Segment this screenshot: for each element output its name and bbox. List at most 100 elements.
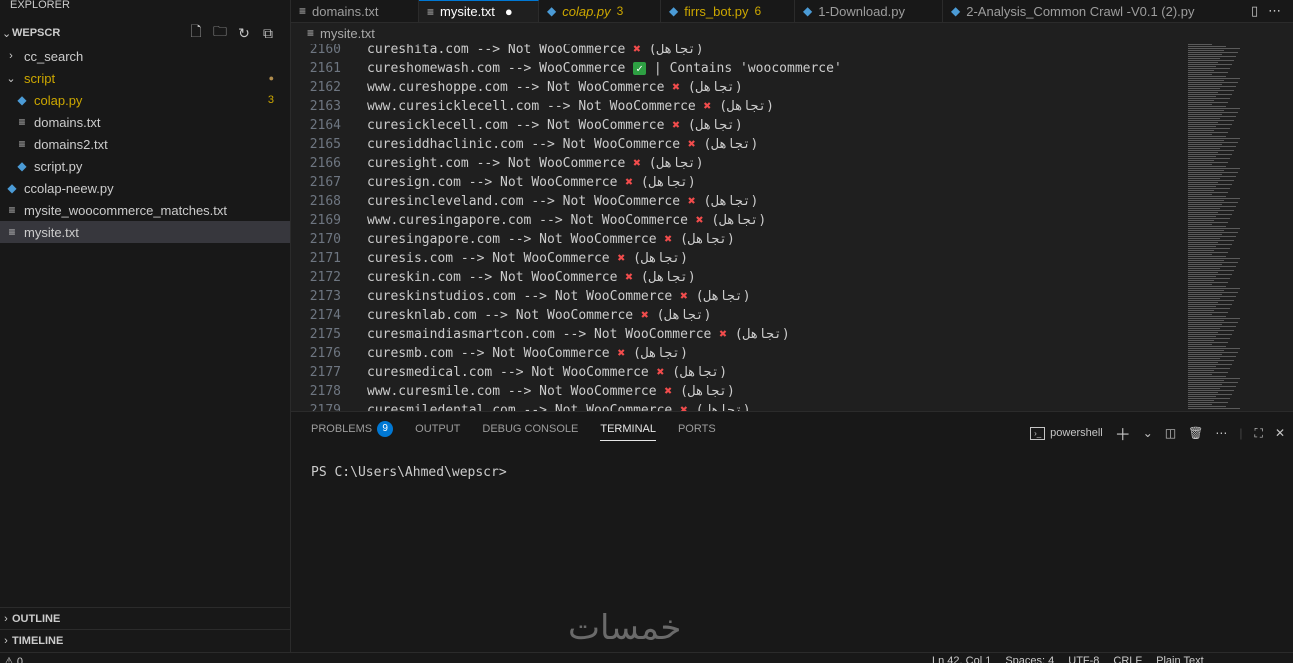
more-actions-icon[interactable]: ⋯: [1215, 426, 1227, 440]
outline-label: OUTLINE: [12, 613, 61, 625]
code-line[interactable]: 2178 www.curesmile.com --> Not WooCommerc…: [291, 382, 735, 401]
tab-debug-console[interactable]: DEBUG CONSOLE: [482, 412, 578, 446]
code-line[interactable]: 2172 cureskin.com --> Not WooCommerce ✖ (…: [291, 268, 696, 287]
tab-output[interactable]: OUTPUT: [415, 412, 460, 446]
trash-icon[interactable]: 🗑: [1188, 426, 1203, 440]
tree-file-script-py[interactable]: ◆ script.py: [0, 155, 290, 177]
code-line[interactable]: 2165 curesiddhaclinic.com --> Not WooComm…: [291, 135, 759, 154]
tree-folder-cc-search[interactable]: › cc_search: [0, 45, 290, 67]
shell-name: powershell: [1050, 427, 1103, 439]
terminal-prompt[interactable]: PS C:\Users\Ahmed\wepscr>: [311, 465, 507, 480]
terminal-shell-selector[interactable]: ›_ powershell: [1030, 426, 1103, 440]
new-terminal-icon[interactable]: ＋: [1115, 421, 1131, 445]
close-panel-icon[interactable]: ✕: [1275, 426, 1285, 440]
tree-file-mysite-woocommerce-matches[interactable]: ≡ mysite_woocommerce_matches.txt: [0, 199, 290, 221]
minimap-row: [1188, 400, 1214, 401]
minimap-row: [1188, 186, 1216, 187]
minimap-row: [1188, 354, 1222, 355]
minimap-row: [1188, 328, 1220, 329]
editor-actions: ▯ ⋯: [1243, 0, 1293, 22]
editor-tab-bar: ≡ domains.txt ≡ mysite.txt ● ◆ colap.py …: [291, 0, 1293, 23]
minimap-row: [1188, 250, 1214, 251]
code-line[interactable]: 2160 cureshita.com --> Not WooCommerce ✖ …: [291, 44, 704, 59]
tab-2-analysis-py[interactable]: ◆ 2-Analysis_Common Crawl -V0.1 (2).py: [943, 0, 1253, 22]
split-terminal-icon[interactable]: ◫: [1165, 426, 1176, 440]
tab-label: domains.txt: [312, 3, 379, 19]
code-line[interactable]: 2168 curesincleveland.com --> Not WooComm…: [291, 192, 759, 211]
minimap-row: [1188, 84, 1222, 85]
line-text: curesingapore.com --> Not WooCommerce: [367, 232, 665, 247]
minimap-row: [1188, 98, 1230, 99]
workspace-folder-header[interactable]: ⌄ WEPSCR 🗋 🗀 ↻ ⧉: [0, 22, 290, 44]
code-editor[interactable]: 2160 cureshita.com --> Not WooCommerce ✖ …: [291, 44, 1293, 411]
line-text: curesmiledental.com --> Not WooCommerce: [367, 403, 681, 411]
code-line[interactable]: 2170 curesingapore.com --> Not WooCommerc…: [291, 230, 735, 249]
maximize-panel-icon[interactable]: ⛶: [1255, 426, 1263, 441]
line-number: 2162: [309, 80, 341, 95]
code-line[interactable]: 2171 curesis.com --> Not WooCommerce ✖ (ت…: [291, 249, 688, 268]
tree-file-domains2-txt[interactable]: ≡ domains2.txt: [0, 133, 290, 155]
code-line[interactable]: 2164 curesicklecell.com --> Not WooCommer…: [291, 116, 743, 135]
line-text: curesign.com --> Not WooCommerce: [367, 175, 626, 190]
split-editor-icon[interactable]: ▯: [1251, 3, 1258, 19]
tab-problems[interactable]: PROBLEMS 9: [311, 412, 394, 446]
code-line[interactable]: 2175 curesmaindiasmartcon.com --> Not Woo…: [291, 325, 790, 344]
tree-folder-script[interactable]: ⌄ script ●: [0, 67, 290, 89]
new-file-icon[interactable]: 🗋: [188, 23, 204, 41]
tab-terminal[interactable]: TERMINAL: [600, 412, 656, 446]
code-line[interactable]: 2167 curesign.com --> Not WooCommerce ✖ (…: [291, 173, 696, 192]
line-suffix: (تجاهل): [687, 403, 751, 411]
code-line[interactable]: 2173 cureskinstudios.com --> Not WooComme…: [291, 287, 751, 306]
tab-colap-py[interactable]: ◆ colap.py 3: [539, 0, 661, 22]
tree-file-ccolap-neew-py[interactable]: ◆ ccolap-neew.py: [0, 177, 290, 199]
code-line[interactable]: 2179 curesmiledental.com --> Not WooComme…: [291, 401, 751, 411]
line-content: curesiddhaclinic.com --> Not WooCommerce…: [367, 137, 758, 152]
tree-file-colap-py[interactable]: ◆ colap.py 3: [0, 89, 290, 111]
tab-mysite-txt[interactable]: ≡ mysite.txt ●: [419, 0, 539, 22]
text-file-icon: ≡: [18, 115, 26, 129]
code-line[interactable]: 2177 curesmedical.com --> Not WooCommerce…: [291, 363, 727, 382]
unsaved-dot-icon[interactable]: ●: [505, 4, 513, 19]
line-suffix: (تجاهل): [687, 289, 751, 304]
code-line[interactable]: 2163 www.curesicklecell.com --> Not WooCo…: [291, 97, 774, 116]
minimap-row: [1188, 288, 1240, 289]
code-line[interactable]: 2162 www.cureshoppe.com --> Not WooCommer…: [291, 78, 743, 97]
code-line[interactable]: 2176 curesmb.com --> Not WooCommerce ✖ (ت…: [291, 344, 688, 363]
chevron-down-icon[interactable]: ⌄: [1143, 426, 1153, 440]
minimap-row: [1188, 254, 1212, 255]
line-suffix: (تجاهل): [633, 175, 696, 190]
minimap-row: [1188, 248, 1230, 249]
code-line[interactable]: 2174 curesknlab.com --> Not WooCommerce ✖…: [291, 306, 712, 325]
more-actions-icon[interactable]: ⋯: [1268, 3, 1281, 19]
minimap-row: [1188, 370, 1214, 371]
code-line[interactable]: 2169 www.curesingapore.com --> Not WooCom…: [291, 211, 767, 230]
refresh-icon[interactable]: ↻: [236, 25, 252, 41]
panel-tab-label: TERMINAL: [600, 423, 656, 435]
timeline-label: TIMELINE: [12, 635, 64, 647]
minimap-row: [1188, 262, 1238, 263]
tab-1-download-py[interactable]: ◆ 1-Download.py: [795, 0, 943, 22]
line-suffix: (تجاهل): [680, 80, 743, 95]
tab-problem-count: 3: [616, 4, 624, 18]
code-line[interactable]: 2166 curesight.com --> Not WooCommerce ✖ …: [291, 154, 704, 173]
new-folder-icon[interactable]: 🗀: [212, 23, 228, 41]
minimap-row: [1188, 280, 1214, 281]
minimap-row: [1188, 252, 1228, 253]
outline-section-header[interactable]: › OUTLINE: [0, 607, 290, 630]
minimap-row: [1188, 106, 1226, 107]
code-line[interactable]: 2161 cureshomewash.com --> WooCommerce ✓ …: [291, 59, 842, 78]
minimap[interactable]: [1188, 44, 1248, 411]
minimap-row: [1188, 276, 1216, 277]
line-number: 2169: [309, 213, 341, 228]
tree-file-domains-txt[interactable]: ≡ domains.txt: [0, 111, 290, 133]
tab-label: 1-Download.py: [818, 3, 905, 19]
tab-ports[interactable]: PORTS: [678, 412, 716, 446]
breadcrumb[interactable]: ≡ mysite.txt: [291, 22, 375, 44]
tree-file-mysite-txt[interactable]: ≡ mysite.txt: [0, 221, 290, 243]
tab-firrs-bot-py[interactable]: ◆ firrs_bot.py 6: [661, 0, 795, 22]
minimap-row: [1188, 268, 1220, 269]
tab-domains-txt[interactable]: ≡ domains.txt: [291, 0, 419, 22]
minimap-row: [1188, 180, 1234, 181]
timeline-section-header[interactable]: › TIMELINE: [0, 629, 290, 652]
collapse-all-icon[interactable]: ⧉: [260, 25, 276, 41]
